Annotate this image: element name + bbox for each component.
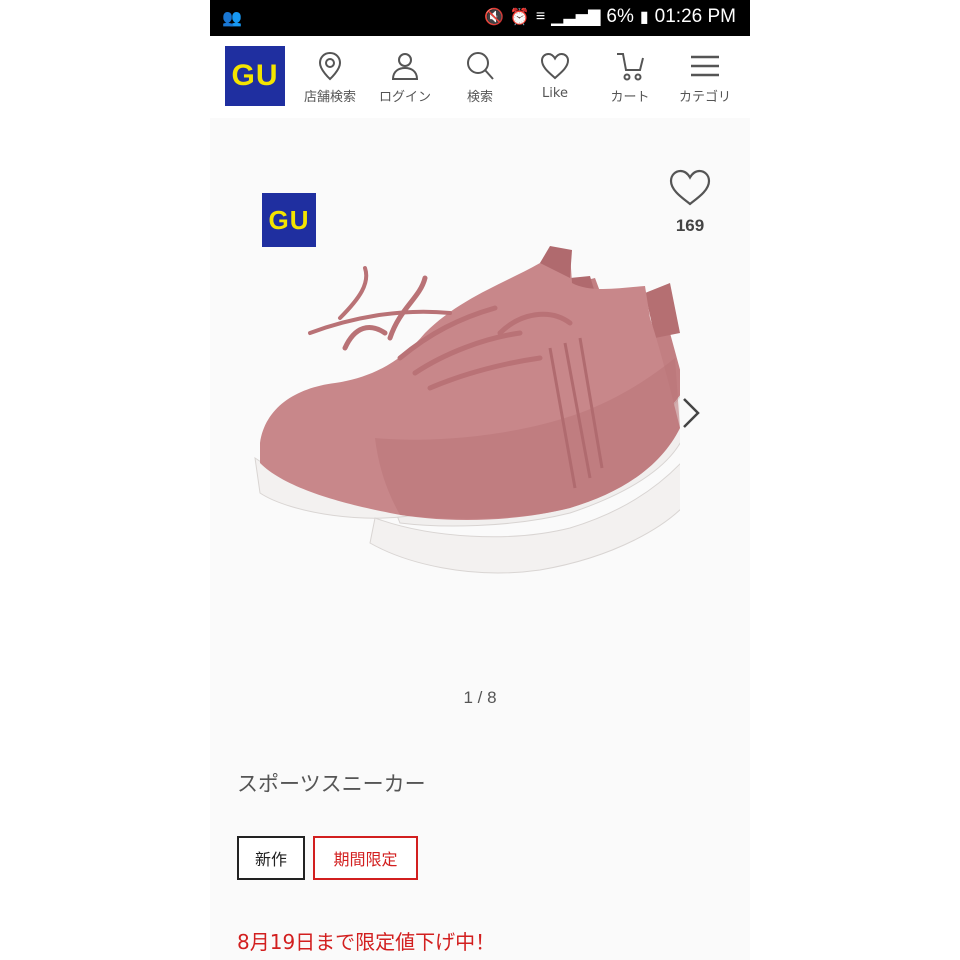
nav-login[interactable]: ログイン [369,50,441,105]
gu-logo[interactable]: GU [225,46,285,106]
heart-icon [540,52,570,80]
nav-label: 検索 [466,90,493,105]
nav-store-search[interactable]: 店舗検索 [294,50,366,105]
chevron-right-icon[interactable] [680,396,702,430]
search-icon [467,52,494,80]
nav-label: カテゴリ [678,90,731,105]
group-icon: 👥 [222,8,242,27]
wifi-icon: ≡ [535,8,546,25]
clock: 01:26 PM [654,6,736,27]
nav-cart[interactable]: カート [594,50,666,105]
user-icon [391,53,419,80]
nav-label: Like [542,86,568,101]
mute-icon: 🔇 [483,9,504,26]
status-indicators: 🔇 ⏰ ≡ ▁▃▅▇ 6% ▮ 01:26 PM [484,6,736,28]
nav-search[interactable]: 検索 [444,50,516,105]
like-button[interactable]: 169 [662,168,718,236]
nav-label: ログイン [378,90,431,105]
heart-icon [669,169,711,206]
product-title: スポーツスニーカー [237,772,426,796]
cart-icon [617,53,644,81]
app-screen: 👥 🔇 ⏰ ≡ ▁▃▅▇ 6% ▮ 01:26 PM GU 店舗検索 ログイン [210,0,750,960]
new-badge: 新作 [237,836,305,880]
location-pin-icon [318,51,342,81]
battery-icon: ▮ [639,9,649,26]
status-bar: 👥 🔇 ⏰ ≡ ▁▃▅▇ 6% ▮ 01:26 PM [210,0,750,36]
site-header: GU 店舗検索 ログイン 検索 Like カート カテゴリ [210,36,750,118]
product-image-carousel[interactable]: GU 169 1 / 8 [210,118,750,758]
signal-icon: ▁▃▅▇ [551,9,601,26]
menu-icon [691,55,719,77]
nav-like[interactable]: Like [519,50,591,101]
nav-category[interactable]: カテゴリ [669,50,741,105]
sneaker-product-image [254,246,680,574]
nav-label: カート [610,90,650,105]
like-count: 169 [675,216,705,235]
limited-time-badge: 期間限定 [313,836,418,880]
image-pager: 1 / 8 [463,688,497,707]
nav-label: 店舗検索 [303,90,356,105]
alarm-icon: ⏰ [509,9,530,26]
sale-notice: 8月19日まで限定値下げ中！ [237,930,496,954]
battery-level: 6% [606,6,634,27]
